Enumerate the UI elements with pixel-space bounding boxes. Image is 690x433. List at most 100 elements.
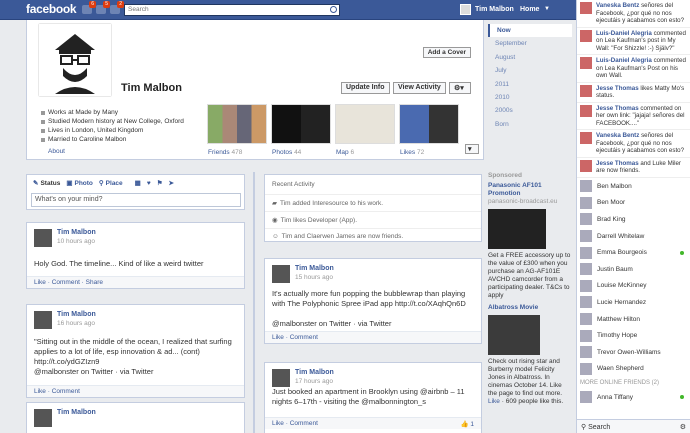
profile-link[interactable]: Tim Malbon — [460, 4, 514, 15]
flag-icon[interactable]: ⚑ — [157, 179, 163, 187]
life-event-icon[interactable]: ▦ — [135, 179, 141, 187]
chat-friend[interactable]: Trevor Owen-Williams — [577, 344, 690, 361]
avatar — [580, 180, 592, 193]
settings-gear-button[interactable]: ⚙▾ — [449, 82, 471, 94]
ad-like-link[interactable]: Like — [488, 398, 500, 405]
albatross-poster[interactable] — [488, 315, 540, 355]
ticker-item[interactable]: Vaneska Bentz señores del Facebook, ¿por… — [577, 130, 690, 158]
update-info-button[interactable]: Update Info — [341, 82, 390, 94]
timeline-nav-2000s[interactable]: 2000s — [488, 104, 572, 117]
search-icon[interactable] — [330, 6, 337, 13]
facebook-logo[interactable]: facebook — [26, 2, 77, 16]
ad-title[interactable]: Albatross Movie — [488, 304, 572, 312]
post-author[interactable]: Tim Malbon — [57, 409, 96, 416]
friends-tile[interactable] — [207, 104, 267, 144]
map-tile[interactable] — [335, 104, 395, 144]
likes-tile[interactable] — [399, 104, 459, 144]
gear-icon[interactable]: ⚙ — [680, 423, 686, 431]
post-author[interactable]: Tim Malbon — [295, 265, 334, 272]
post-actions[interactable]: Like · Comment — [27, 385, 244, 397]
ticker-name[interactable]: Jesse Thomas — [596, 160, 639, 167]
home-link[interactable]: Home — [520, 6, 539, 13]
post-author[interactable]: Tim Malbon — [295, 369, 334, 376]
chat-friend[interactable]: Anna Tiffany — [577, 389, 690, 406]
timeline-nav-august[interactable]: August — [488, 51, 572, 64]
camera-image[interactable] — [488, 209, 546, 249]
heart-icon[interactable]: ♥ — [147, 179, 151, 187]
ticker-name[interactable]: Vaneska Bentz — [596, 2, 639, 9]
post-time[interactable]: 10 hours ago — [57, 238, 95, 245]
photos-tile[interactable] — [271, 104, 331, 144]
ticker-item[interactable]: Vaneska Bentz señores del Facebook, ¿por… — [577, 0, 690, 28]
chat-friend[interactable]: Emma Bourgeois — [577, 244, 690, 261]
tab-status[interactable]: ✎ Status — [33, 179, 60, 188]
like-count[interactable]: 👍 1 — [460, 420, 474, 428]
notifications-icon[interactable]: 2 — [110, 1, 124, 14]
ticker-item[interactable]: Jesse Thomas commented on her own link: … — [577, 103, 690, 130]
chat-friend[interactable]: Matthew Hilton — [577, 311, 690, 328]
friend-requests-icon[interactable]: 6 — [82, 1, 96, 14]
post-time[interactable]: 17 hours ago — [295, 378, 333, 385]
chat-friend-name: Louise McKinney — [597, 282, 647, 290]
profile-name[interactable]: Tim Malbon — [121, 82, 182, 94]
avatar[interactable] — [272, 265, 290, 283]
ticker-item[interactable]: Jesse Thomas likes Matty Mo's status. — [577, 83, 690, 103]
avatar[interactable] — [34, 409, 52, 427]
ticker-name[interactable]: Jesse Thomas — [596, 105, 639, 112]
timeline-nav-born[interactable]: Born — [488, 118, 572, 131]
tab-photo[interactable]: ▣ Photo — [66, 179, 93, 188]
post-author[interactable]: Tim Malbon — [57, 311, 96, 318]
photos-label[interactable]: Photos 44 — [272, 149, 301, 156]
profile-picture[interactable] — [39, 24, 111, 96]
chevron-down-icon[interactable]: ▼ — [544, 6, 550, 12]
avatar[interactable] — [272, 369, 290, 387]
ticker-item[interactable]: Luis-Daniel Alegria commented on Lea Kau… — [577, 55, 690, 83]
search-input[interactable]: Search — [124, 4, 340, 16]
post-time[interactable]: 16 hours ago — [57, 320, 95, 327]
chat-friend[interactable]: Timothy Hope — [577, 327, 690, 344]
arrow-icon[interactable]: ➤ — [169, 179, 174, 187]
chat-friend[interactable]: Lucie Hernandez — [577, 294, 690, 311]
tab-place-label: Place — [105, 179, 123, 187]
tab-place[interactable]: ⚲ Place — [99, 179, 123, 188]
status-input[interactable]: What's on your mind? — [31, 193, 241, 207]
messages-icon[interactable]: 5 — [96, 1, 110, 14]
timeline-nav-2010[interactable]: 2010 — [488, 91, 572, 104]
ticker-name[interactable]: Jesse Thomas — [596, 85, 639, 92]
ticker-name[interactable]: Luis-Daniel Alegria — [596, 30, 652, 37]
timeline-nav-september[interactable]: September — [488, 37, 572, 50]
friends-label[interactable]: Friends 478 — [208, 149, 242, 156]
timeline-nav-2011[interactable]: 2011 — [488, 78, 572, 91]
timeline-nav-july[interactable]: July — [488, 64, 572, 77]
add-cover-button[interactable]: Add a Cover — [422, 47, 471, 58]
ad-url[interactable]: panasonic-broadcast.eu — [488, 198, 572, 206]
chat-friend[interactable]: Ben Moor — [577, 195, 690, 212]
view-activity-button[interactable]: View Activity — [393, 82, 446, 94]
chat-friend[interactable]: Justin Baum — [577, 261, 690, 278]
chat-friend[interactable]: Ben Malbon — [577, 178, 690, 195]
chat-friend[interactable]: Brad King — [577, 211, 690, 228]
post-author[interactable]: Tim Malbon — [57, 229, 96, 236]
post-time[interactable]: 15 hours ago — [295, 274, 333, 281]
chat-friend[interactable]: Darrell Whitelaw — [577, 228, 690, 245]
ticker-name[interactable]: Vaneska Bentz — [596, 132, 639, 139]
ticker-name[interactable]: Luis-Daniel Alegria — [596, 57, 652, 64]
avatar[interactable] — [34, 229, 52, 247]
timeline-nav-now[interactable]: Now — [488, 24, 572, 38]
status-composer: ✎ Status ▣ Photo ⚲ Place ▦ ♥ ⚑ ➤ What's on … — [26, 174, 245, 210]
ticker-item[interactable]: Jesse Thomas and Luke Miler are now frie… — [577, 158, 690, 178]
more-tiles-button[interactable]: ▾ — [465, 144, 479, 154]
post-actions[interactable]: Like · Comment — [265, 331, 481, 343]
ticker-text: Jesse Thomas likes Matty Mo's status. — [596, 85, 687, 100]
post-actions[interactable]: Like · Comment 👍 1 — [265, 417, 481, 429]
ticker-item[interactable]: Luis-Daniel Alegria commented on Lea Kau… — [577, 28, 690, 55]
chat-search-bar[interactable]: ⚲ Search ⚙ — [577, 419, 690, 433]
ad-title[interactable]: Panasonic AF101 Promotion — [488, 182, 572, 198]
map-label[interactable]: Map 6 — [336, 149, 354, 156]
avatar[interactable] — [34, 311, 52, 329]
about-link[interactable]: About — [48, 148, 65, 155]
chat-friend[interactable]: Louise McKinney — [577, 278, 690, 295]
post-actions[interactable]: Like · Comment · Share — [27, 276, 244, 288]
likes-label[interactable]: Likes 72 — [400, 149, 424, 156]
chat-friend[interactable]: Waen Shepherd — [577, 361, 690, 378]
